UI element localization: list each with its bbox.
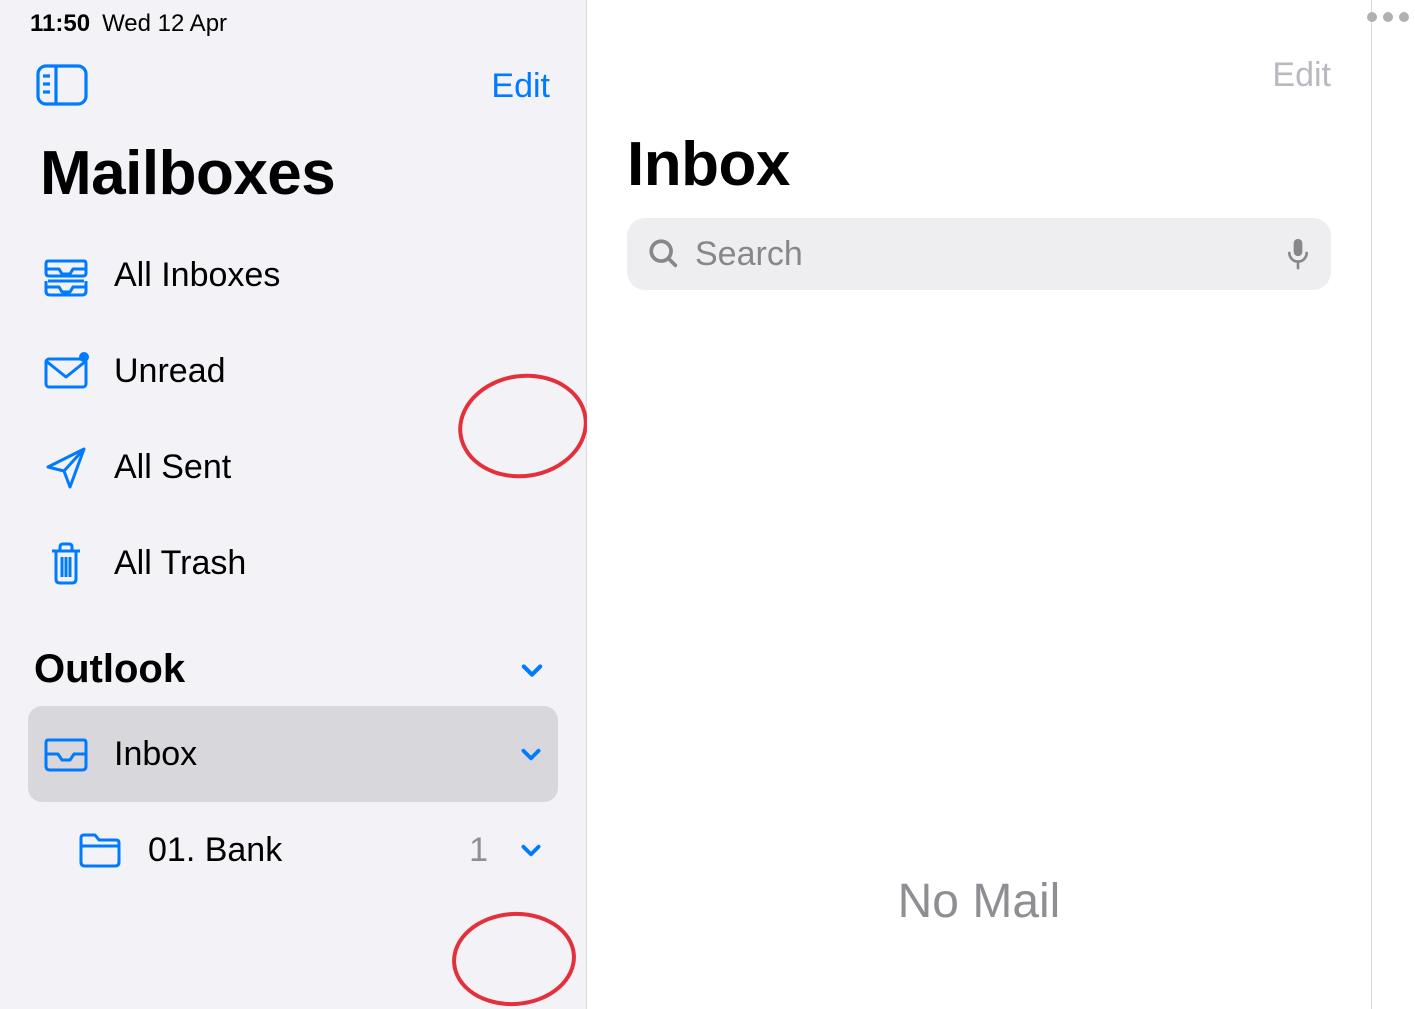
folder-count: 1 [469,831,488,870]
folder-icon [76,826,124,874]
status-time: 11:50 [30,10,90,38]
mailbox-label: All Inboxes [114,256,544,295]
main-edit-button[interactable]: Edit [1272,56,1331,95]
mailbox-label: Unread [114,352,544,391]
mailbox-unread[interactable]: Unread [28,323,558,419]
search-input[interactable] [695,235,1271,274]
chevron-down-icon[interactable] [518,741,544,767]
trash-icon [42,539,90,587]
sidebar-header: Edit [0,44,586,118]
main-title: Inbox [627,109,1331,218]
search-field[interactable] [627,218,1331,290]
search-icon [647,237,681,271]
mailbox-label: All Trash [114,544,544,583]
mailbox-list: All Inboxes Unread All Sent [0,227,586,611]
sidebar-edit-button[interactable]: Edit [491,67,550,106]
microphone-icon[interactable] [1285,237,1311,271]
right-rail [1371,0,1415,1009]
mailbox-all-trash[interactable]: All Trash [28,515,558,611]
chevron-down-icon[interactable] [518,837,544,863]
main-pane: Edit Inbox No Mail [587,0,1371,1009]
sidebar-icon [36,64,88,109]
mailbox-all-sent[interactable]: All Sent [28,419,558,515]
envelope-unread-icon [42,347,90,395]
folder-label: 01. Bank [148,831,445,870]
inbox-icon [42,730,90,778]
empty-state-label: No Mail [587,874,1371,929]
account-folder-list: Inbox 01. Bank 1 [0,706,586,898]
status-bar: 11:50 Wed 12 Apr [0,0,586,44]
sidebar: 11:50 Wed 12 Apr Edit Mailboxes [0,0,587,1009]
mailbox-label: All Sent [114,448,544,487]
folder-01-bank[interactable]: 01. Bank 1 [28,802,558,898]
mailbox-all-inboxes[interactable]: All Inboxes [28,227,558,323]
sidebar-title: Mailboxes [0,118,586,227]
chevron-down-icon [518,656,546,684]
inbox-stack-icon [42,251,90,299]
more-dots-icon[interactable] [1367,12,1409,22]
annotation-circle [449,908,579,1009]
folder-label: Inbox [114,735,494,774]
main-header: Edit [627,0,1331,109]
sidebar-toggle-button[interactable] [36,64,92,108]
account-name: Outlook [34,647,185,692]
folder-inbox[interactable]: Inbox [28,706,558,802]
status-date: Wed 12 Apr [102,10,227,38]
account-header-outlook[interactable]: Outlook [0,611,586,706]
paperplane-icon [42,443,90,491]
